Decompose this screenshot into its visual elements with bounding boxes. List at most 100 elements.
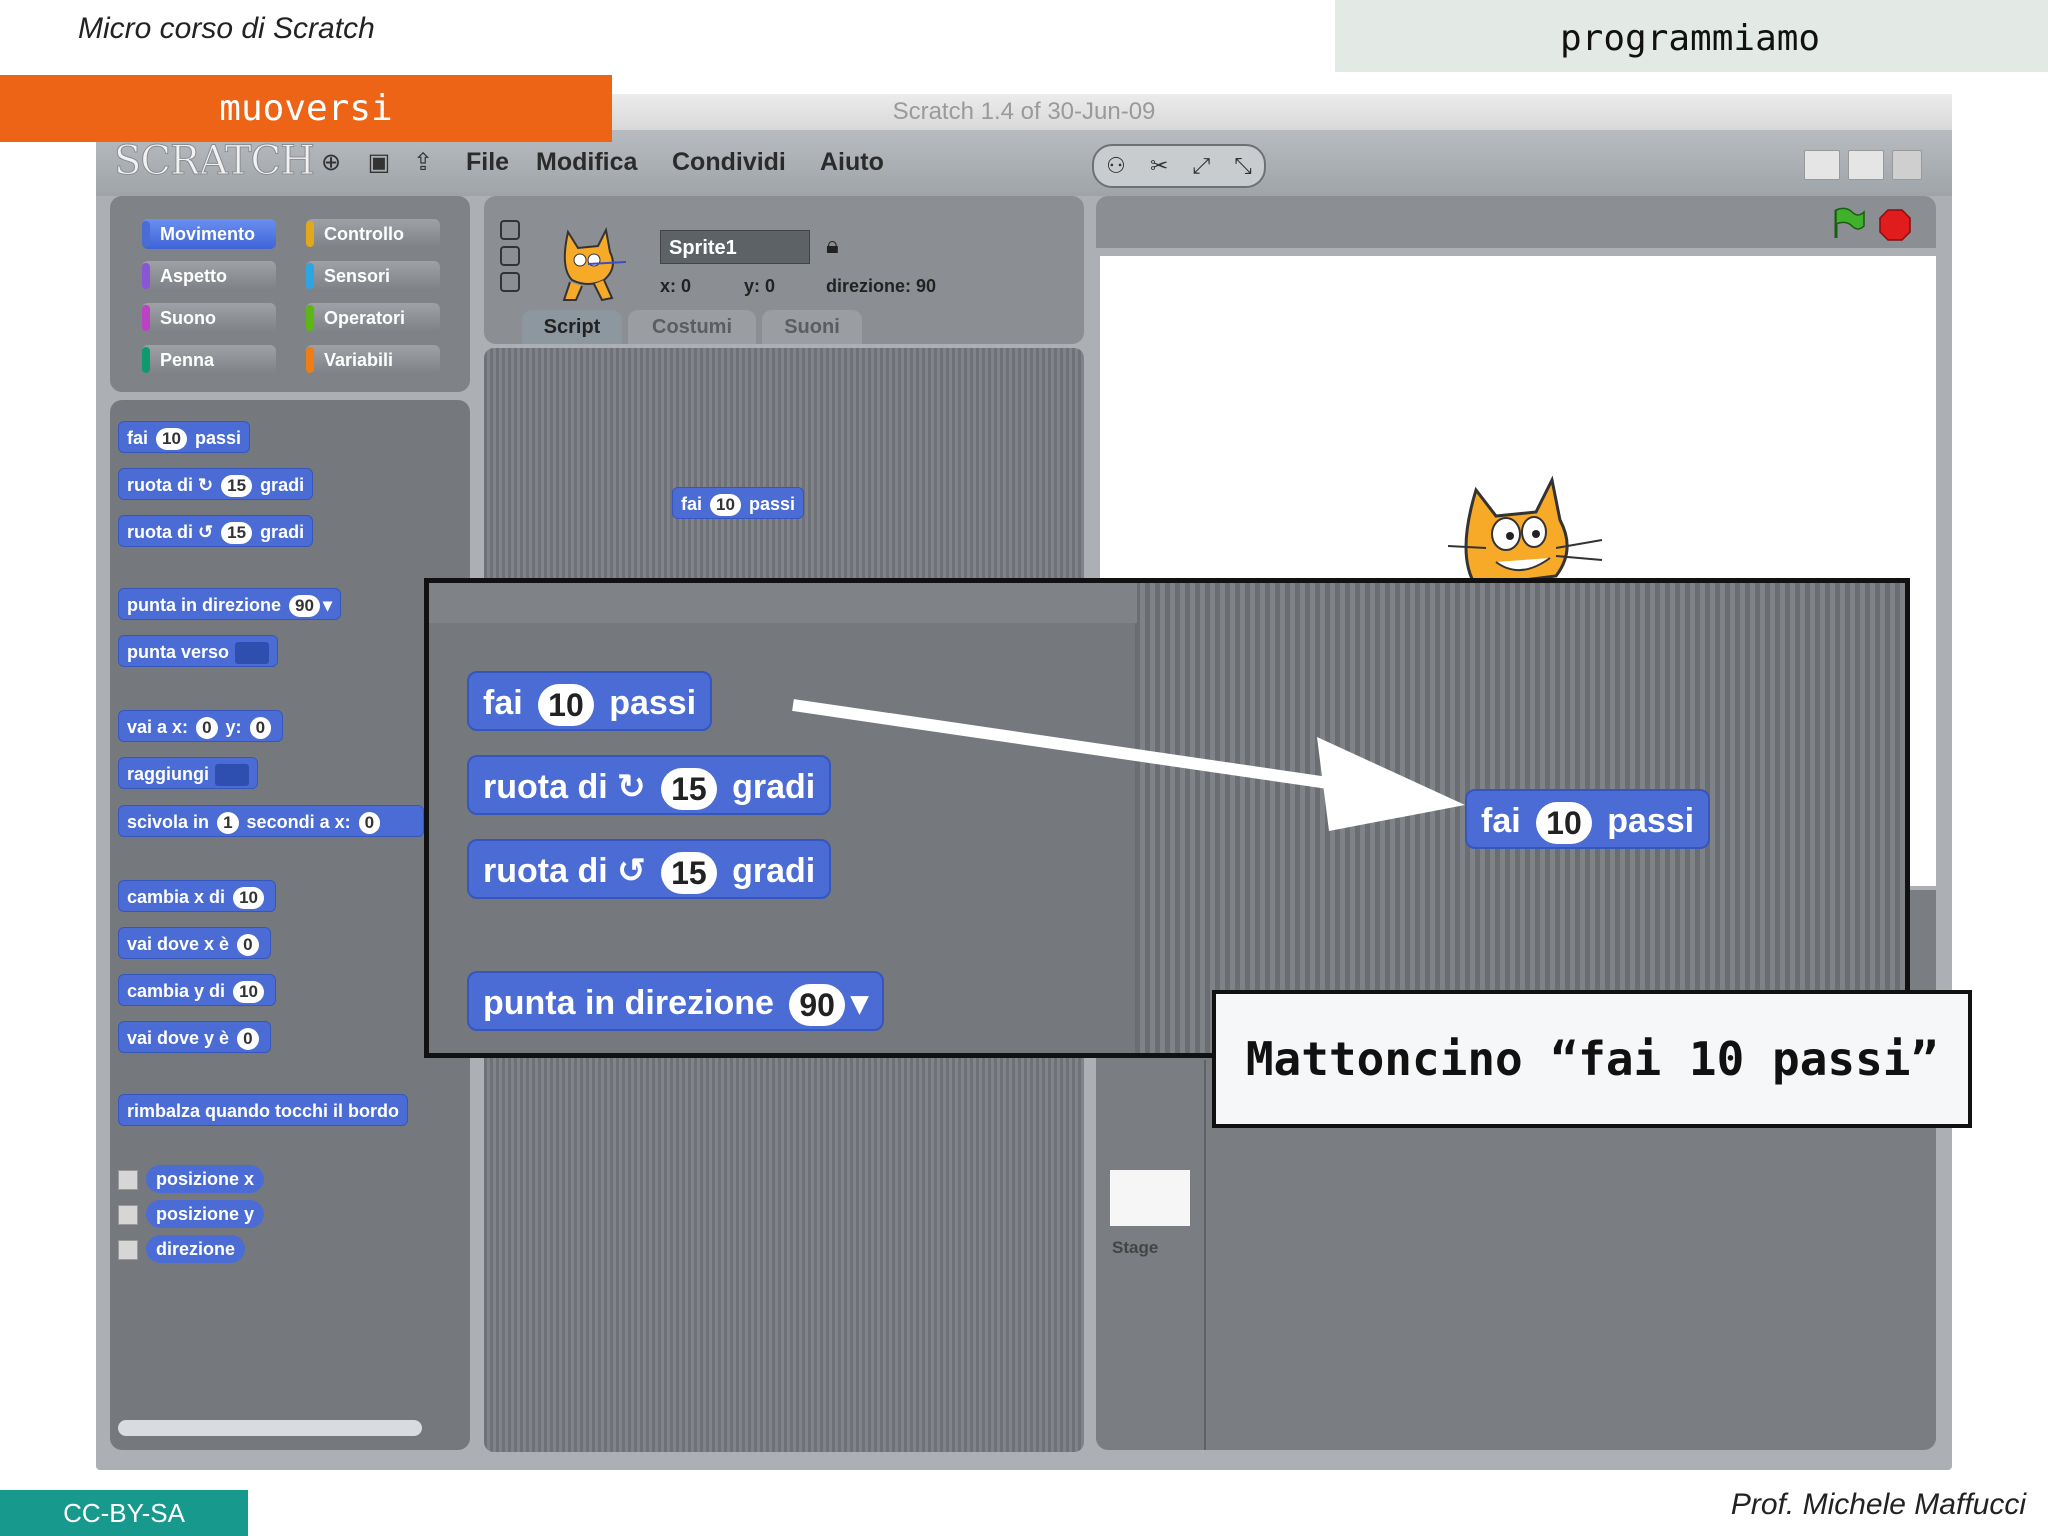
checkbox-y-position[interactable] <box>118 1205 138 1225</box>
no-rotate-icon[interactable] <box>500 272 520 292</box>
block-input[interactable]: 1 <box>217 812 239 834</box>
author-credit: Prof. Michele Maffucci <box>1730 1488 2026 1521</box>
tab-suoni[interactable]: Suoni <box>762 310 862 344</box>
category-aspetto[interactable]: Aspetto <box>142 261 276 291</box>
block-set-y[interactable]: vai dove y è 0 <box>118 1021 271 1053</box>
duplicate-icon[interactable]: ⚇ <box>1106 153 1126 179</box>
rotate-right-icon: ↻ <box>617 768 646 806</box>
block-input[interactable]: 90 <box>289 595 320 617</box>
small-stage-icon[interactable] <box>1804 150 1840 180</box>
menu-condividi[interactable]: Condividi <box>672 148 786 177</box>
grow-icon[interactable]: ⤢ <box>1193 153 1211 179</box>
stop-icon[interactable] <box>1878 208 1912 242</box>
dropdown-arrow-icon: ▾ <box>850 984 869 1022</box>
block-input[interactable]: 10 <box>538 684 594 727</box>
block-input[interactable]: 0 <box>358 812 381 834</box>
block-input[interactable]: 0 <box>237 1028 259 1050</box>
category-movimento[interactable]: Movimento <box>142 219 276 249</box>
block-input[interactable]: 15 <box>221 522 253 544</box>
zoom-block-move[interactable]: fai 10 passi <box>467 671 713 731</box>
script-block-move[interactable]: fai 10 passi <box>672 487 804 519</box>
block-point-towards[interactable]: punta verso <box>118 635 279 667</box>
block-text: cambia x di <box>127 887 226 907</box>
category-suono[interactable]: Suono <box>142 303 276 333</box>
delete-icon[interactable]: ✂ <box>1150 153 1168 179</box>
menu-aiuto[interactable]: Aiuto <box>820 148 884 177</box>
tab-script[interactable]: Script <box>522 310 622 344</box>
block-change-x[interactable]: cambia x di 10 <box>118 880 276 912</box>
sprite-name-field[interactable]: Sprite1 <box>660 230 810 264</box>
flip-style-icon[interactable] <box>500 246 520 266</box>
tab-costumi[interactable]: Costumi <box>628 310 756 344</box>
block-text: y: <box>225 717 242 737</box>
block-input[interactable]: 0 <box>249 717 272 739</box>
block-text: secondi a x: <box>246 812 351 832</box>
palette-scrollbar[interactable] <box>118 1420 422 1436</box>
block-dropdown[interactable] <box>215 764 249 787</box>
block-input[interactable]: 15 <box>661 768 717 811</box>
checkbox-x-position[interactable] <box>118 1170 138 1190</box>
category-swatch <box>306 347 314 373</box>
zoom-block-turn-left[interactable]: ruota di ↺ 15 gradi <box>467 839 832 899</box>
block-input[interactable]: 10 <box>233 887 264 909</box>
category-swatch <box>142 347 150 373</box>
block-input[interactable]: 10 <box>156 428 187 450</box>
save-icon[interactable]: ▣ <box>364 148 394 178</box>
block-input[interactable]: 0 <box>237 934 259 956</box>
checkbox-direction[interactable] <box>118 1240 138 1260</box>
block-goto-xy[interactable]: vai a x: 0 y: 0 <box>118 710 284 742</box>
block-turn-left[interactable]: ruota di ↺ 15 gradi <box>118 515 314 547</box>
block-input[interactable]: 15 <box>661 852 717 895</box>
category-sensori[interactable]: Sensori <box>306 261 440 291</box>
rotate-style-icon[interactable] <box>500 220 520 240</box>
block-input[interactable]: 10 <box>1536 802 1592 845</box>
zoom-block-turn-right[interactable]: ruota di ↻ 15 gradi <box>467 755 832 815</box>
category-variabili[interactable]: Variabili <box>306 345 440 375</box>
menu-modifica[interactable]: Modifica <box>536 148 637 177</box>
block-turn-right[interactable]: ruota di ↻ 15 gradi <box>118 468 314 500</box>
category-operatori[interactable]: Operatori <box>306 303 440 333</box>
block-text: ruota di <box>127 475 193 495</box>
reporter-y-position[interactable]: posizione y <box>146 1200 265 1228</box>
block-move[interactable]: fai 10 passi <box>118 421 250 453</box>
zoom-script-block-move[interactable]: fai 10 passi <box>1465 789 1711 849</box>
reporter-direction[interactable]: direzione <box>146 1235 246 1263</box>
category-penna[interactable]: Penna <box>142 345 276 375</box>
block-input[interactable]: 90 <box>789 984 845 1027</box>
block-input[interactable]: 10 <box>233 981 264 1003</box>
share-icon[interactable]: ⇪ <box>408 148 438 178</box>
stage-thumbnail[interactable] <box>1110 1170 1190 1226</box>
globe-icon[interactable]: ⊕ <box>316 148 346 178</box>
sprite-direction: direzione: 90 <box>826 276 936 297</box>
green-flag-icon[interactable] <box>1830 206 1866 240</box>
stage-cat-sprite-icon[interactable] <box>1446 476 1606 586</box>
shrink-icon[interactable]: ⤡ <box>1234 153 1252 179</box>
lock-icon[interactable]: 🔒︎ <box>826 232 839 260</box>
presentation-icon[interactable] <box>1892 150 1922 180</box>
block-set-x[interactable]: vai dove x è 0 <box>118 927 271 959</box>
block-text: punta in direzione <box>127 595 282 615</box>
block-text: passi <box>1607 802 1695 840</box>
block-text: ruota di <box>483 852 608 890</box>
block-glide[interactable]: scivola in 1 secondi a x: 0 <box>118 805 424 837</box>
info-label: direzione: <box>826 276 912 296</box>
zoom-inset: fai 10 passi ruota di ↻ 15 gradi ruota d… <box>424 578 1910 1058</box>
block-point-direction[interactable]: punta in direzione 90 ▾ <box>118 588 341 620</box>
block-bounce[interactable]: rimbalza quando tocchi il bordo <box>118 1094 409 1126</box>
block-dropdown[interactable] <box>235 642 270 665</box>
normal-stage-icon[interactable] <box>1848 150 1884 180</box>
block-change-y[interactable]: cambia y di 10 <box>118 974 276 1006</box>
info-value: 90 <box>916 276 937 296</box>
category-controllo[interactable]: Controllo <box>306 219 440 249</box>
block-input[interactable]: 10 <box>710 494 741 516</box>
reporter-x-position[interactable]: posizione x <box>146 1165 265 1193</box>
category-label: Suono <box>160 308 216 328</box>
block-text: ruota di <box>127 522 193 542</box>
block-input[interactable]: 0 <box>196 717 218 739</box>
block-text: vai dove y è <box>127 1028 230 1048</box>
category-label: Controllo <box>324 224 404 244</box>
block-goto[interactable]: raggiungi <box>118 757 258 789</box>
zoom-block-point-direction[interactable]: punta in direzione 90 ▾ <box>467 971 885 1031</box>
menu-file[interactable]: File <box>466 148 509 177</box>
block-input[interactable]: 15 <box>221 475 253 497</box>
